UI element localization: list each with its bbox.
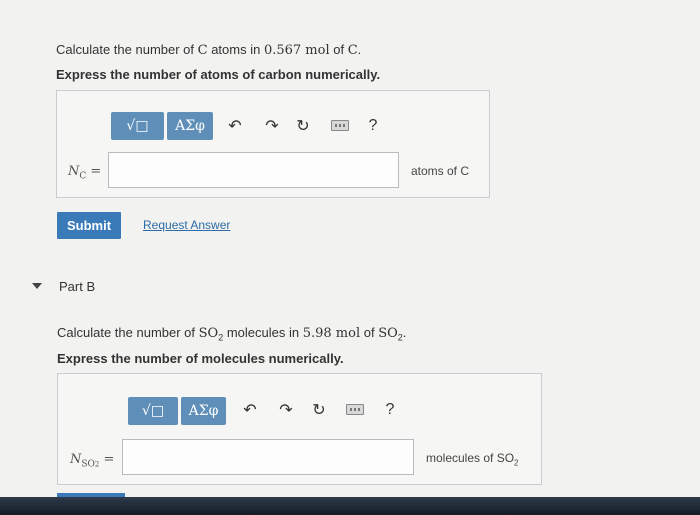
part-a-prompt: Calculate the number of C atoms in 0.567… [56, 42, 362, 58]
n-c-label: NC = [68, 164, 102, 182]
square-root-icon: √□ [126, 118, 149, 134]
undo-icon[interactable]: ↶ [240, 398, 260, 422]
collapse-caret-icon[interactable] [32, 283, 42, 289]
part-a-instruction: Express the number of atoms of carbon nu… [56, 67, 381, 82]
redo-icon[interactable]: ↷ [276, 398, 296, 422]
greek-symbols-button[interactable]: ΑΣφ [167, 112, 213, 140]
template-button[interactable]: √□ [111, 112, 164, 140]
help-icon[interactable]: ? [380, 398, 400, 422]
template-button-b[interactable]: √□ [128, 397, 178, 425]
greek-letters-label: ΑΣφ [175, 118, 205, 134]
part-b-prompt: Calculate the number of SO2 molecules in… [57, 325, 407, 343]
part-a-unit-label: atoms of C [411, 164, 470, 178]
part-b-instruction: Express the number of molecules numerica… [57, 351, 344, 366]
square-root-icon: √□ [141, 403, 165, 419]
part-b-title[interactable]: Part B [59, 279, 95, 294]
greek-letters-label: ΑΣφ [188, 403, 219, 419]
request-answer-link[interactable]: Request Answer [143, 218, 230, 232]
help-icon[interactable]: ? [363, 114, 383, 138]
part-b-answer-input[interactable] [122, 439, 414, 475]
reset-icon[interactable]: ↻ [309, 398, 329, 422]
keyboard-icon[interactable] [331, 120, 349, 131]
part-a-answer-input[interactable] [108, 152, 399, 188]
undo-icon[interactable]: ↶ [225, 114, 245, 138]
redo-icon[interactable]: ↷ [262, 114, 282, 138]
keyboard-icon[interactable] [346, 404, 364, 415]
bottom-edge [0, 497, 700, 515]
greek-symbols-button-b[interactable]: ΑΣφ [181, 397, 226, 425]
submit-button[interactable]: Submit [57, 212, 121, 239]
part-b-unit-label: molecules of SO2 [426, 451, 519, 468]
reset-icon[interactable]: ↻ [293, 114, 313, 138]
n-so2-label: NSO2 = [70, 452, 115, 470]
